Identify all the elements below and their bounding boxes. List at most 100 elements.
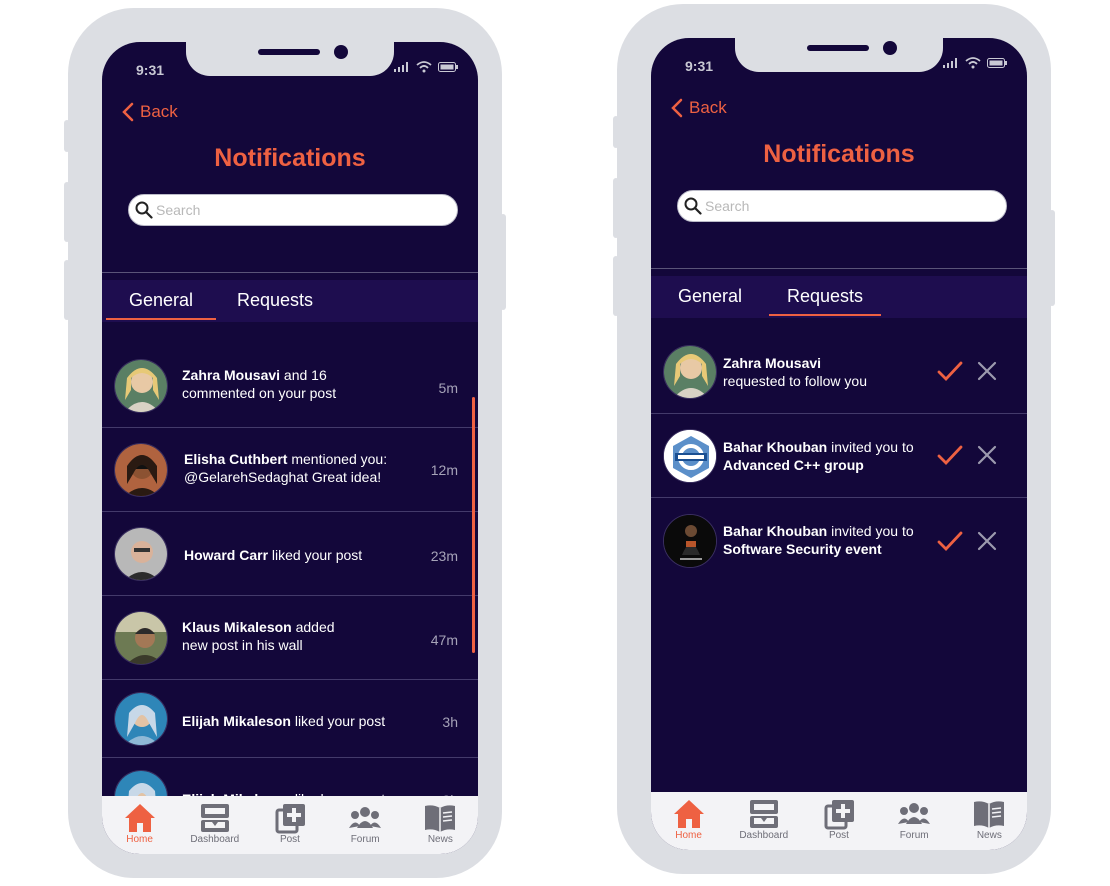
nav-home[interactable]: Home <box>654 798 724 841</box>
user-name: Howard Carr <box>184 547 269 563</box>
nav-label: Post <box>828 830 849 841</box>
home-icon <box>124 804 155 832</box>
avatar <box>114 443 168 497</box>
battery-icon <box>438 62 458 72</box>
search-input[interactable] <box>156 202 446 218</box>
decline-close-icon[interactable] <box>977 361 997 381</box>
group-name[interactable]: Advanced C++ group <box>723 457 864 473</box>
chevron-left-icon <box>122 102 134 122</box>
message-text: mentioned you: <box>287 451 388 467</box>
back-button[interactable]: Back <box>122 102 178 122</box>
user-name: Klaus Mikaleson <box>182 619 292 635</box>
avatar <box>114 692 168 746</box>
avatar <box>663 429 717 483</box>
status-icons <box>943 56 1007 70</box>
search-icon <box>135 201 153 219</box>
phone-frame-left: 9:31 Back Notifications General Requests <box>64 8 506 878</box>
avatar <box>663 345 717 399</box>
nav-forum[interactable]: Forum <box>330 802 400 845</box>
divider <box>102 272 478 273</box>
side-button <box>613 256 619 316</box>
camera <box>334 45 348 59</box>
decline-close-icon[interactable] <box>977 531 997 551</box>
message-text: new post in his wall <box>182 637 303 653</box>
timestamp: 3h <box>442 714 458 730</box>
list-item[interactable]: Elijah Mikaleson liked your post 3h <box>102 680 478 758</box>
search-input[interactable] <box>705 198 995 214</box>
list-item[interactable]: Howard Carr liked your post 23m <box>102 512 478 596</box>
forum-icon <box>349 807 382 828</box>
news-icon <box>974 801 1005 828</box>
side-button <box>64 182 70 242</box>
signal-icon <box>943 58 957 68</box>
nav-news[interactable]: News <box>954 798 1024 841</box>
phone-screen: 9:31 Back Notifications General Requests <box>651 38 1027 850</box>
nav-dashboard[interactable]: Dashboard <box>729 798 799 841</box>
back-label: Back <box>689 98 727 117</box>
timestamp: 12m <box>430 462 458 478</box>
back-button[interactable]: Back <box>671 98 727 118</box>
message-text: @GelarehSedaghat Great idea! <box>184 469 382 485</box>
tab-requests[interactable]: Requests <box>769 276 881 318</box>
accept-check-icon[interactable] <box>937 444 963 466</box>
search-bar[interactable] <box>128 194 458 226</box>
message-text: added <box>291 619 335 635</box>
list-item[interactable]: Zahra Mousavi and 16 commented on your p… <box>102 344 478 428</box>
notification-text: Elisha Cuthbert mentioned you: @GelarehS… <box>184 450 387 486</box>
tab-requests[interactable]: Requests <box>220 280 330 322</box>
nav-label: News <box>427 834 453 845</box>
scrollbar[interactable] <box>472 397 475 653</box>
notch <box>735 38 943 72</box>
decline-close-icon[interactable] <box>977 445 997 465</box>
chevron-left-icon <box>671 98 683 118</box>
page-title: Notifications <box>214 144 366 172</box>
accept-check-icon[interactable] <box>937 360 963 382</box>
wifi-icon <box>965 57 981 69</box>
nav-label: Forum <box>899 830 929 841</box>
request-text: Bahar Khouban invited you to Advanced C+… <box>723 438 914 474</box>
signal-icon <box>394 62 408 72</box>
user-name: Elijah Mikaleson <box>182 713 291 729</box>
request-text: Bahar Khouban invited you to Software Se… <box>723 522 914 558</box>
dashboard-icon <box>200 804 229 832</box>
status-time: 9:31 <box>136 62 165 78</box>
list-item[interactable]: Elisha Cuthbert mentioned you: @GelarehS… <box>102 428 478 512</box>
side-button <box>64 260 70 320</box>
nav-label: Dashboard <box>739 830 789 841</box>
search-bar[interactable] <box>677 190 1007 222</box>
tab-general[interactable]: General <box>106 280 216 322</box>
message-text: liked your post <box>290 713 386 729</box>
dashboard-icon <box>749 800 778 828</box>
timestamp: 5m <box>438 380 458 396</box>
page-title: Notifications <box>763 140 915 168</box>
nav-label: Post <box>279 834 300 845</box>
list-item: Bahar Khouban invited you to Advanced C+… <box>651 414 1027 498</box>
nav-forum[interactable]: Forum <box>879 798 949 841</box>
list-item: Zahra Mousavi requested to follow you <box>651 330 1027 414</box>
avatar <box>663 514 717 568</box>
nav-home[interactable]: Home <box>105 802 175 845</box>
tab-general[interactable]: General <box>655 276 765 318</box>
nav-news[interactable]: News <box>405 802 475 845</box>
message-text: liked your post <box>268 547 363 563</box>
back-label: Back <box>140 102 178 121</box>
list-item[interactable]: Klaus Mikaleson added new post in his wa… <box>102 596 478 680</box>
speaker <box>258 49 320 55</box>
user-name: Bahar Khouban <box>723 523 828 539</box>
user-name: Bahar Khouban <box>723 439 828 455</box>
message-text: and 16 <box>280 367 327 383</box>
home-icon <box>673 800 704 828</box>
tab-bar: General Requests <box>102 280 478 322</box>
accept-check-icon[interactable] <box>937 530 963 552</box>
status-time: 9:31 <box>685 58 714 74</box>
avatar <box>114 611 168 665</box>
battery-icon <box>987 58 1007 68</box>
forum-icon <box>898 803 931 824</box>
nav-post[interactable]: Post <box>255 802 325 845</box>
nav-label: Home <box>126 834 153 845</box>
nav-label: Home <box>675 830 702 841</box>
nav-dashboard[interactable]: Dashboard <box>180 802 250 845</box>
nav-post[interactable]: Post <box>804 798 874 841</box>
event-name[interactable]: Software Security event <box>723 541 882 557</box>
tab-bar: General Requests <box>651 276 1027 318</box>
